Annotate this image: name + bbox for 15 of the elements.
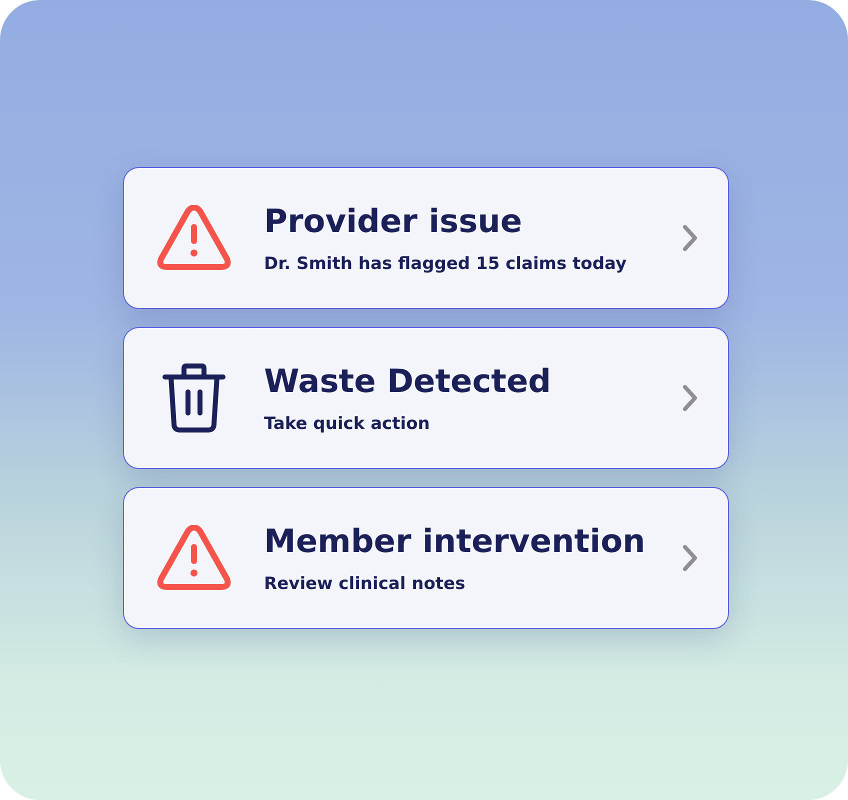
chevron-right-icon	[682, 224, 698, 252]
chevron-right-icon	[682, 384, 698, 412]
alert-title: Waste Detected	[264, 362, 552, 400]
alert-subtitle: Take quick action	[264, 414, 431, 434]
alert-card[interactable]: Member intervention Review clinical notes	[123, 487, 729, 629]
chevron-right-icon	[682, 544, 698, 572]
alert-card[interactable]: Waste Detected Take quick action	[123, 327, 729, 469]
warning-icon	[157, 525, 231, 591]
alert-title: Provider issue	[264, 202, 524, 240]
warning-icon	[157, 205, 231, 271]
alert-subtitle: Review clinical notes	[264, 574, 466, 594]
alert-subtitle: Dr. Smith has flagged 15 claims today	[264, 254, 628, 274]
trash-icon	[162, 363, 226, 433]
alert-title: Member intervention	[264, 522, 646, 560]
alert-card[interactable]: Provider issue Dr. Smith has flagged 15 claims today	[123, 167, 729, 309]
